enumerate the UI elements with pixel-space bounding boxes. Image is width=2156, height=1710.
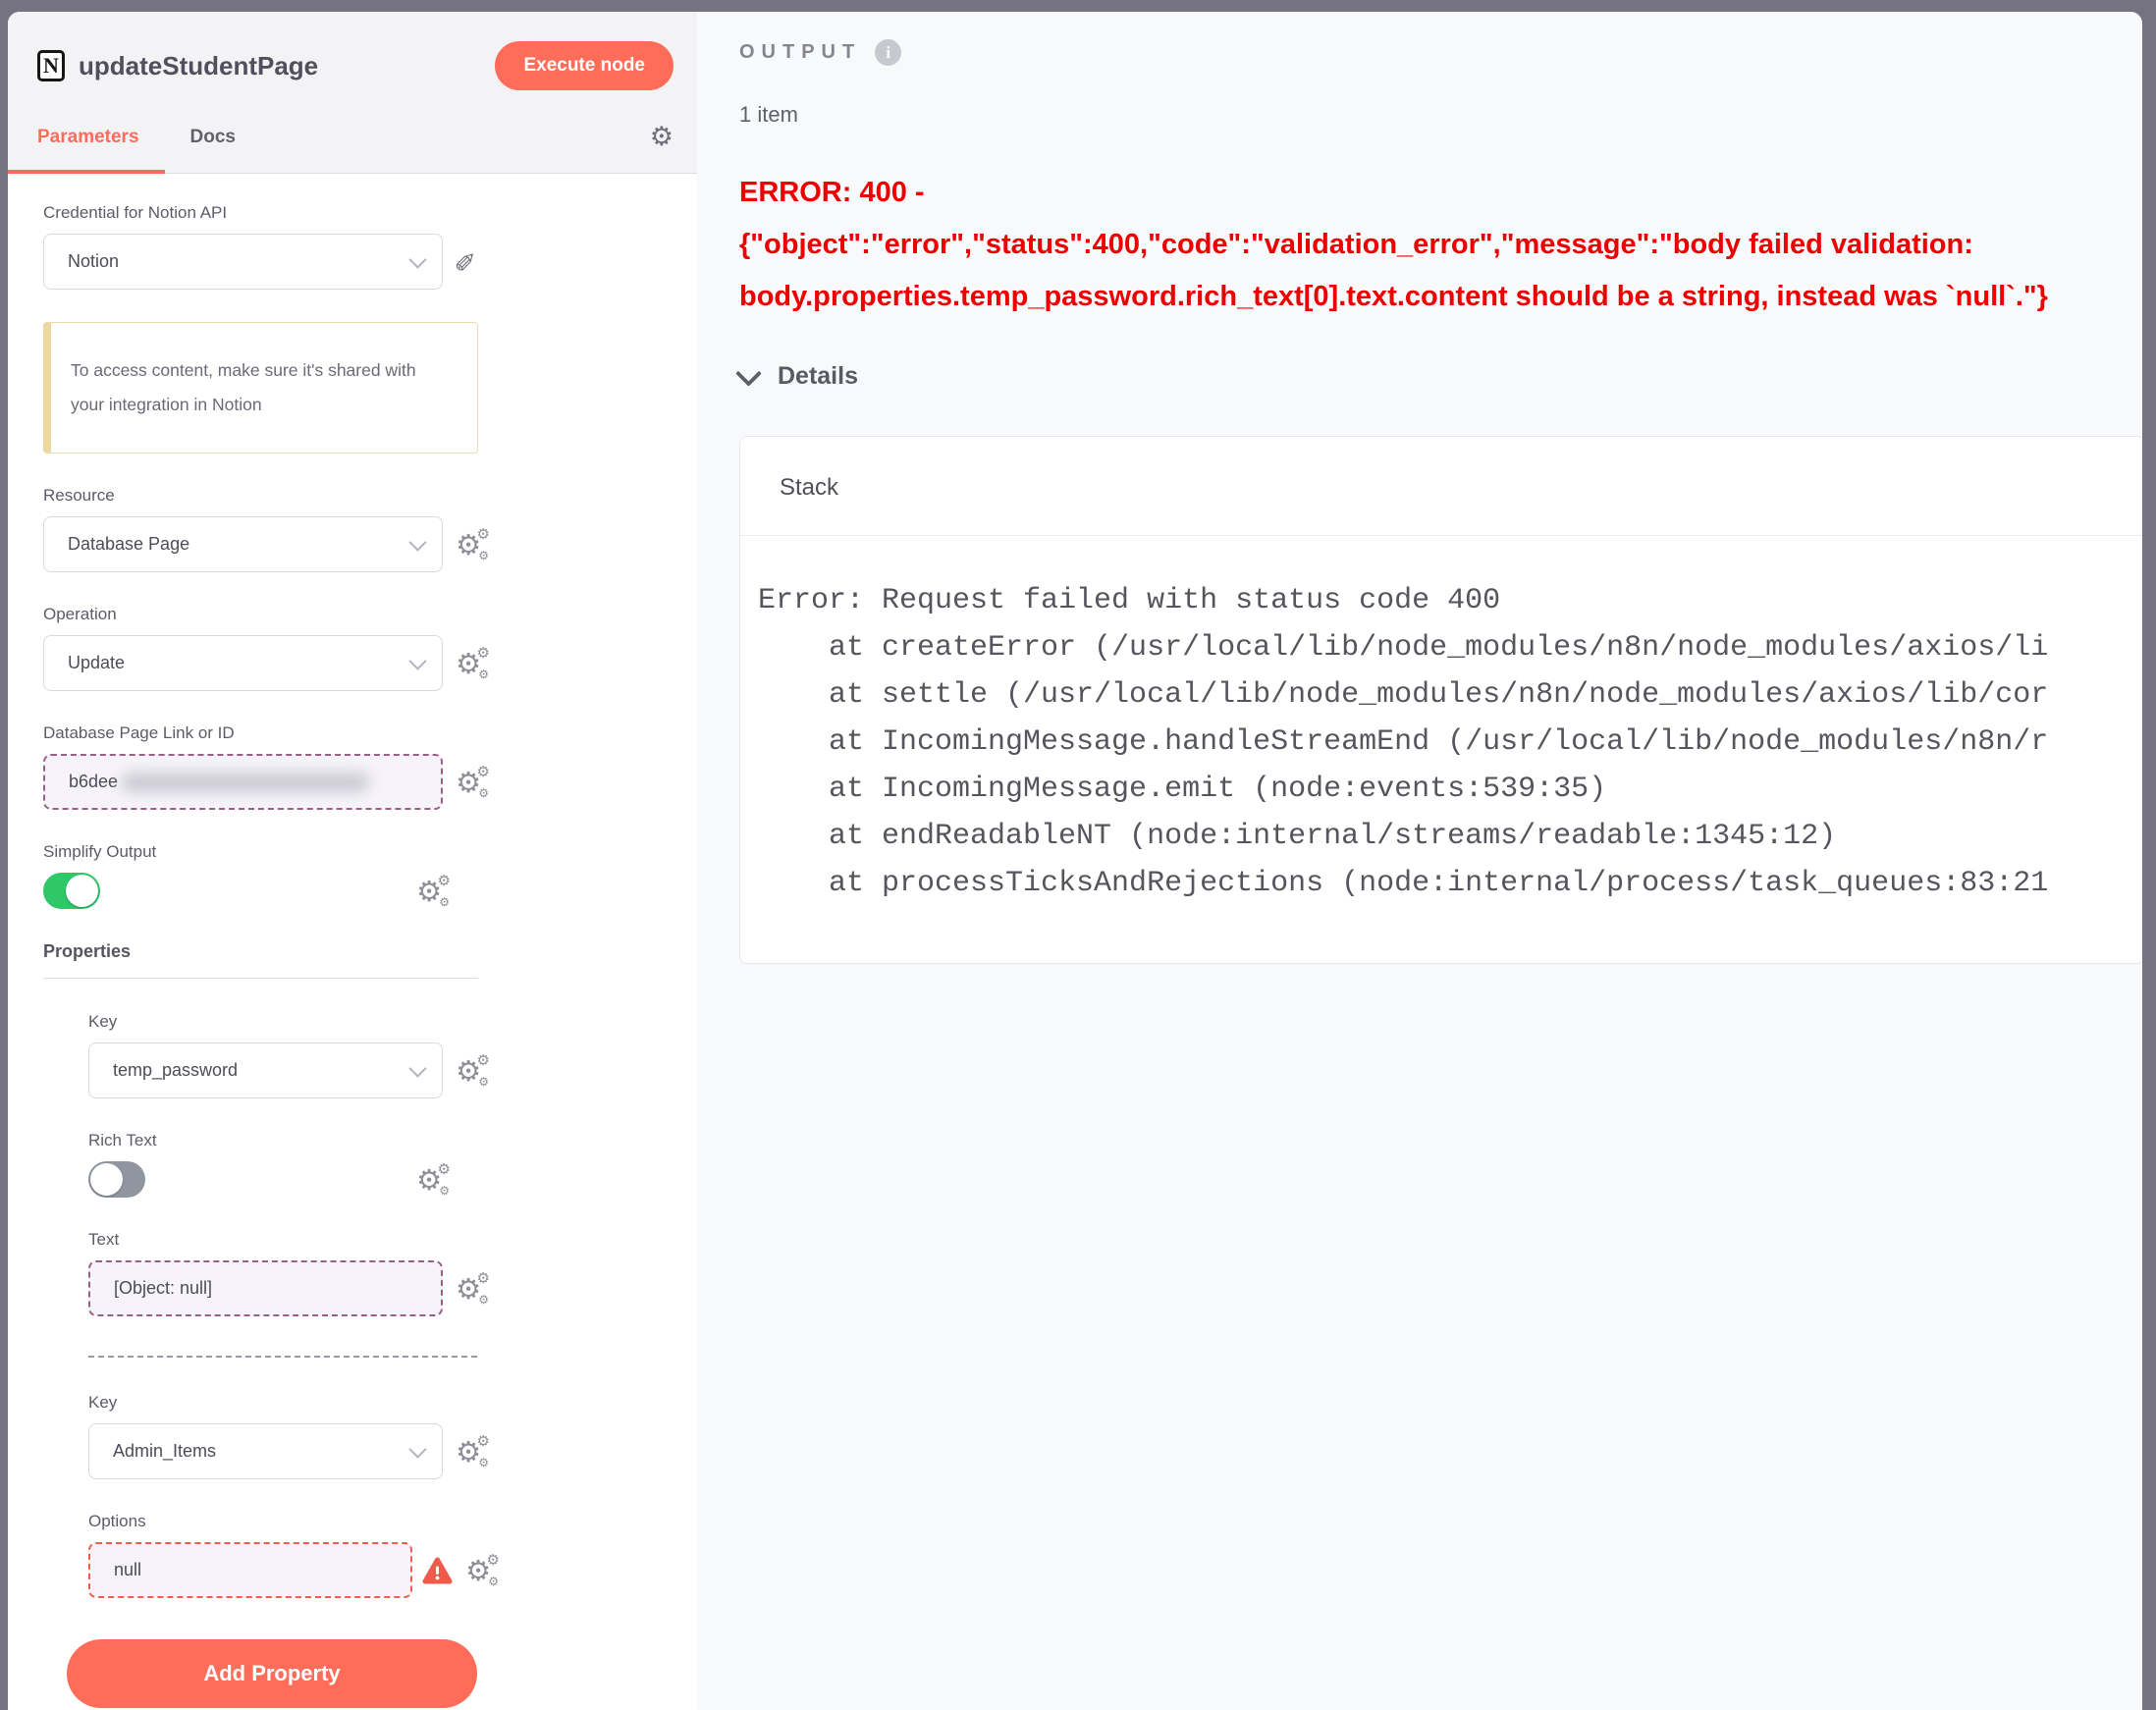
resource-select[interactable]: Database Page bbox=[43, 516, 443, 572]
info-icon[interactable]: i bbox=[875, 39, 901, 66]
chevron-down-icon bbox=[408, 250, 426, 268]
key-label: Key bbox=[88, 1393, 670, 1413]
page-link-label: Database Page Link or ID bbox=[43, 723, 670, 743]
text-label: Text bbox=[88, 1230, 670, 1250]
parameter-options-cogs-icon[interactable]: ⚙⚙⚙ bbox=[465, 1553, 501, 1588]
validation-warning-icon bbox=[422, 1556, 453, 1585]
panel-header: N updateStudentPage Execute node Paramet… bbox=[8, 12, 697, 174]
property-key-field: Key temp_password ⚙⚙⚙ bbox=[88, 1012, 670, 1098]
toggle-knob bbox=[66, 875, 98, 907]
chevron-down-icon bbox=[408, 1059, 426, 1077]
stack-trace: Error: Request failed with status code 4… bbox=[740, 536, 2142, 907]
parameter-options-cogs-icon[interactable]: ⚙⚙⚙ bbox=[456, 1053, 491, 1089]
stack-card: Stack Error: Request failed with status … bbox=[739, 436, 2142, 964]
chevron-down-icon bbox=[408, 1440, 426, 1458]
output-panel: OUTPUT i 1 item ERROR: 400 - {"object":"… bbox=[697, 12, 2142, 1710]
chevron-down-icon bbox=[408, 652, 426, 669]
text-input[interactable]: [Object: null] bbox=[88, 1260, 443, 1316]
simplify-output-label: Simplify Output bbox=[43, 842, 670, 862]
notion-icon: N bbox=[37, 50, 65, 81]
parameter-options-cogs-icon[interactable]: ⚙⚙⚙ bbox=[416, 1162, 452, 1198]
key-value: temp_password bbox=[113, 1060, 411, 1081]
property-divider bbox=[88, 1356, 477, 1358]
details-toggle[interactable]: Details bbox=[739, 362, 2142, 391]
redacted-blur bbox=[122, 773, 369, 792]
options-field: Options null ⚙⚙⚙ bbox=[88, 1512, 670, 1598]
resource-label: Resource bbox=[43, 486, 670, 506]
options-value: null bbox=[114, 1560, 393, 1580]
operation-value: Update bbox=[68, 653, 411, 673]
simplify-output-field: Simplify Output ⚙⚙⚙ bbox=[43, 842, 670, 909]
tab-docs[interactable]: Docs bbox=[190, 127, 236, 148]
error-message: ERROR: 400 - {"object":"error","status":… bbox=[739, 167, 2142, 323]
key-label: Key bbox=[88, 1012, 670, 1032]
key-value: Admin_Items bbox=[113, 1441, 411, 1462]
node-title: updateStudentPage bbox=[79, 51, 495, 81]
credential-field: Credential for Notion API Notion ✎ bbox=[43, 203, 670, 290]
details-label: Details bbox=[778, 362, 858, 391]
notion-share-notice: To access content, make sure it's shared… bbox=[43, 322, 478, 454]
toggle-knob bbox=[90, 1163, 123, 1196]
node-details-modal: N updateStudentPage Execute node Paramet… bbox=[8, 12, 2142, 1710]
output-header: OUTPUT bbox=[739, 41, 861, 64]
rich-text-toggle[interactable] bbox=[88, 1161, 145, 1198]
text-value: [Object: null] bbox=[114, 1278, 423, 1299]
key-select[interactable]: temp_password bbox=[88, 1042, 443, 1098]
operation-label: Operation bbox=[43, 605, 670, 624]
tab-parameters[interactable]: Parameters bbox=[37, 127, 139, 148]
simplify-output-toggle[interactable] bbox=[43, 873, 100, 909]
edit-credential-pencil-icon[interactable]: ✎ bbox=[454, 250, 480, 273]
credential-value: Notion bbox=[68, 251, 411, 272]
parameters-panel: N updateStudentPage Execute node Paramet… bbox=[8, 12, 697, 1710]
properties-section-label: Properties bbox=[43, 941, 478, 979]
parameter-options-cogs-icon[interactable]: ⚙⚙⚙ bbox=[456, 646, 491, 681]
parameter-options-cogs-icon[interactable]: ⚙⚙⚙ bbox=[456, 1271, 491, 1307]
operation-field: Operation Update ⚙⚙⚙ bbox=[43, 605, 670, 691]
stack-title: Stack bbox=[740, 437, 2142, 536]
credential-label: Credential for Notion API bbox=[43, 203, 670, 223]
page-link-value: b6dee bbox=[69, 772, 118, 792]
node-settings-gear-icon[interactable]: ⚙ bbox=[650, 124, 674, 150]
page-link-field: Database Page Link or ID b6dee ⚙⚙⚙ bbox=[43, 723, 670, 810]
resource-field: Resource Database Page ⚙⚙⚙ bbox=[43, 486, 670, 572]
parameter-options-cogs-icon[interactable]: ⚙⚙⚙ bbox=[456, 1434, 491, 1470]
options-input[interactable]: null bbox=[88, 1542, 412, 1598]
text-field: Text [Object: null] ⚙⚙⚙ bbox=[88, 1230, 670, 1316]
options-label: Options bbox=[88, 1512, 670, 1531]
property-key-field: Key Admin_Items ⚙⚙⚙ bbox=[88, 1393, 670, 1479]
parameter-options-cogs-icon[interactable]: ⚙⚙⚙ bbox=[416, 874, 452, 909]
parameter-options-cogs-icon[interactable]: ⚙⚙⚙ bbox=[456, 527, 491, 562]
resource-value: Database Page bbox=[68, 534, 411, 555]
operation-select[interactable]: Update bbox=[43, 635, 443, 691]
key-select[interactable]: Admin_Items bbox=[88, 1423, 443, 1479]
rich-text-label: Rich Text bbox=[88, 1131, 670, 1150]
rich-text-field: Rich Text ⚙⚙⚙ bbox=[88, 1131, 670, 1198]
chevron-down-icon bbox=[408, 533, 426, 551]
active-tab-underline bbox=[8, 170, 165, 174]
credential-select[interactable]: Notion bbox=[43, 234, 443, 290]
add-property-button[interactable]: Add Property bbox=[67, 1639, 477, 1708]
page-link-input[interactable]: b6dee bbox=[43, 754, 443, 810]
chevron-down-icon bbox=[735, 360, 762, 387]
items-count: 1 item bbox=[739, 102, 2142, 128]
parameter-options-cogs-icon[interactable]: ⚙⚙⚙ bbox=[456, 765, 491, 800]
execute-node-button[interactable]: Execute node bbox=[495, 41, 674, 90]
